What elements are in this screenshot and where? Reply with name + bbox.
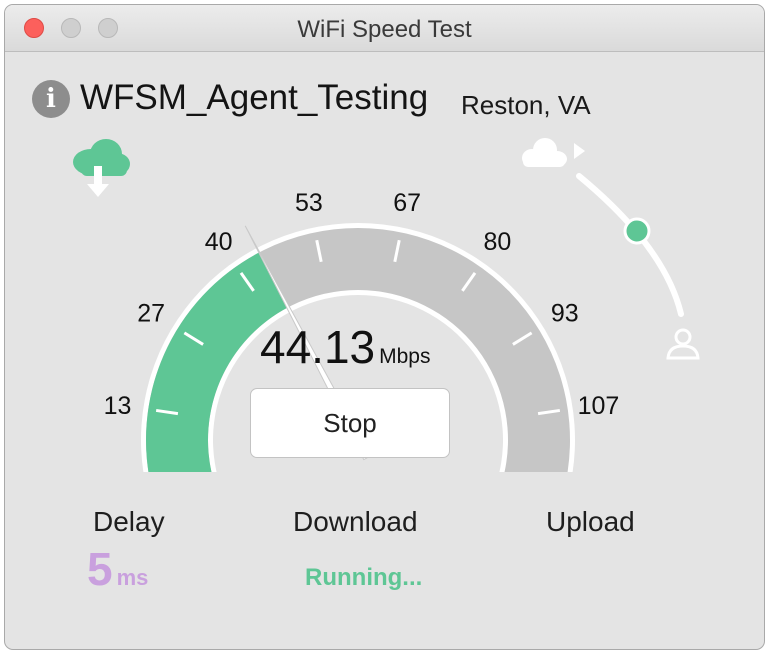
gauge-tick-label: 13 xyxy=(104,392,132,420)
person-icon xyxy=(666,328,700,360)
download-status: Running... xyxy=(305,564,423,591)
gauge-tick-label: 93 xyxy=(551,299,579,327)
gauge-tick-label: 40 xyxy=(205,228,233,256)
speed-value: 44.13 xyxy=(260,321,376,373)
gauge-tick-label: 107 xyxy=(578,392,620,420)
speed-readout: 44.13 Mbps xyxy=(260,320,430,374)
speed-unit: Mbps xyxy=(379,345,431,368)
window-title: WiFi Speed Test xyxy=(297,16,472,43)
gauge-tick-label: 27 xyxy=(137,299,165,327)
delay-unit: ms xyxy=(116,565,149,590)
delay-value: 5 ms xyxy=(87,542,148,596)
title-bar[interactable]: WiFi Speed Test xyxy=(5,5,764,52)
app-window: WiFi Speed Test i WFSM_Agent_Testing Res… xyxy=(4,4,765,650)
mode-slider-track[interactable] xyxy=(576,173,684,317)
gauge-tick-label: 53 xyxy=(295,189,323,217)
gauge-tick-label: 67 xyxy=(393,189,421,217)
cloud-icon xyxy=(522,138,585,167)
gauge-tick-label: 80 xyxy=(483,228,511,256)
upload-label: Upload xyxy=(546,506,635,537)
mode-slider-knob[interactable] xyxy=(623,217,651,245)
delay-number: 5 xyxy=(87,543,113,595)
main-content: i WFSM_Agent_Testing Reston, VA 13 27 40… xyxy=(5,52,764,649)
stop-button[interactable]: Stop xyxy=(250,388,450,458)
download-label: Download xyxy=(293,506,418,537)
cloud-download-icon xyxy=(73,139,130,197)
delay-label: Delay xyxy=(93,506,165,537)
